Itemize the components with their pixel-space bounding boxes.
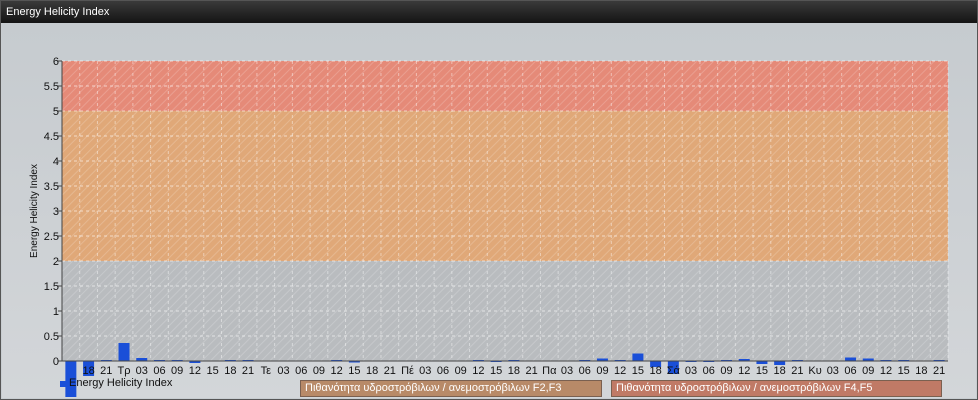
x-tick-label: 15 <box>898 365 910 377</box>
x-tick-label: 06 <box>153 365 165 377</box>
y-tick-label: 4 <box>53 156 59 168</box>
x-tick-label: 06 <box>437 365 449 377</box>
x-tick-label: 09 <box>720 365 732 377</box>
y-tick-label: 0 <box>53 356 59 368</box>
x-tick-label: 09 <box>171 365 183 377</box>
x-tick-label: 15 <box>206 365 218 377</box>
x-tick-label: Τε <box>261 365 272 377</box>
x-tick-label: 03 <box>827 365 839 377</box>
x-tick-label: 09 <box>455 365 467 377</box>
y-tick-label: 6 <box>53 56 59 68</box>
y-axis: 0 0.5 1 1.5 2 2.5 3 3.5 4 4.5 5 5.5 6 <box>44 56 63 368</box>
y-tick-label: 0.5 <box>44 331 59 343</box>
x-tick-label: 03 <box>277 365 289 377</box>
x-tick-label: Πέ <box>401 365 414 377</box>
chart-window: Energy Helicity Index 0 0.5 1 1.5 2 2.5 3 3.5 4 4… <box>0 0 978 400</box>
x-tick-label: 21 <box>100 365 112 377</box>
x-tick-label: 09 <box>313 365 325 377</box>
x-tick-label: 18 <box>915 365 927 377</box>
x-tick-label: 18 <box>366 365 378 377</box>
x-tick-label: 12 <box>472 365 484 377</box>
x-tick-label: 09 <box>862 365 874 377</box>
x-tick-label: 03 <box>685 365 697 377</box>
x-tick-label: 21 <box>525 365 537 377</box>
y-tick-label: 2 <box>53 256 59 268</box>
x-tick-label: 18 <box>649 365 661 377</box>
x-tick-label: 21 <box>384 365 396 377</box>
x-tick-label: Κυ <box>808 365 821 377</box>
x-tick-label: Τρ <box>118 365 131 377</box>
x-tick-label: 18 <box>224 365 236 377</box>
x-axis: 18 21 Τρ 03 06 09 12 15 18 21 Τε 03 06 09 12 15 18 21 Πέ 03… <box>62 360 948 377</box>
y-tick-label: 3 <box>53 206 59 218</box>
x-tick-label: 12 <box>614 365 626 377</box>
x-tick-label: 21 <box>791 365 803 377</box>
y-tick-label: 3.5 <box>44 181 59 193</box>
bar-3[interactable] <box>118 343 130 361</box>
x-tick-label: 15 <box>348 365 360 377</box>
x-tick-label: 12 <box>880 365 892 377</box>
x-tick-label: 03 <box>136 365 148 377</box>
x-tick-label: 15 <box>756 365 768 377</box>
x-tick-label: 06 <box>703 365 715 377</box>
legend-series-swatch <box>60 381 66 387</box>
x-tick-label: 21 <box>242 365 254 377</box>
y-tick-label: 1 <box>53 306 59 318</box>
y-tick-label: 2.5 <box>44 231 59 243</box>
x-tick-label: 18 <box>508 365 520 377</box>
x-tick-label: 06 <box>844 365 856 377</box>
bar-32[interactable] <box>632 353 644 362</box>
x-tick-label: Σά <box>667 365 681 377</box>
x-tick-label: 12 <box>738 365 750 377</box>
x-tick-label: 06 <box>579 365 591 377</box>
x-tick-label: 03 <box>419 365 431 377</box>
y-tick-label: 5 <box>53 106 59 118</box>
legend-series-label[interactable]: Energy Helicity Index <box>69 377 172 389</box>
x-tick-label: 12 <box>189 365 201 377</box>
y-tick-label: 1.5 <box>44 281 59 293</box>
x-tick-label: 15 <box>632 365 644 377</box>
x-tick-label: 15 <box>490 365 502 377</box>
bar-44[interactable] <box>845 357 857 362</box>
legend-zone-f2-f3[interactable]: Πιθανότητα υδροστρόβιλων / ανεμοστρόβιλω… <box>300 380 602 397</box>
y-axis-label: Energy Helicity Index <box>29 164 40 258</box>
y-tick-label: 5.5 <box>44 81 59 93</box>
chart-svg: 0 0.5 1 1.5 2 2.5 3 3.5 4 4.5 5 5.5 6 18 21 Τρ 03 06 09 12… <box>29 56 949 397</box>
x-tick-label: 09 <box>596 365 608 377</box>
x-tick-label: 03 <box>561 365 573 377</box>
x-tick-label: 21 <box>933 365 945 377</box>
x-tick-label: 06 <box>295 365 307 377</box>
legend-zone-f4-f5[interactable]: Πιθανότητα υδροστρόβιλων / ανεμοστρόβιλω… <box>611 380 942 397</box>
x-tick-label: 12 <box>331 365 343 377</box>
x-tick-label: 18 <box>82 365 94 377</box>
y-tick-label: 4.5 <box>44 131 59 143</box>
x-tick-label: Πα <box>542 365 557 377</box>
x-tick-label: 18 <box>774 365 786 377</box>
